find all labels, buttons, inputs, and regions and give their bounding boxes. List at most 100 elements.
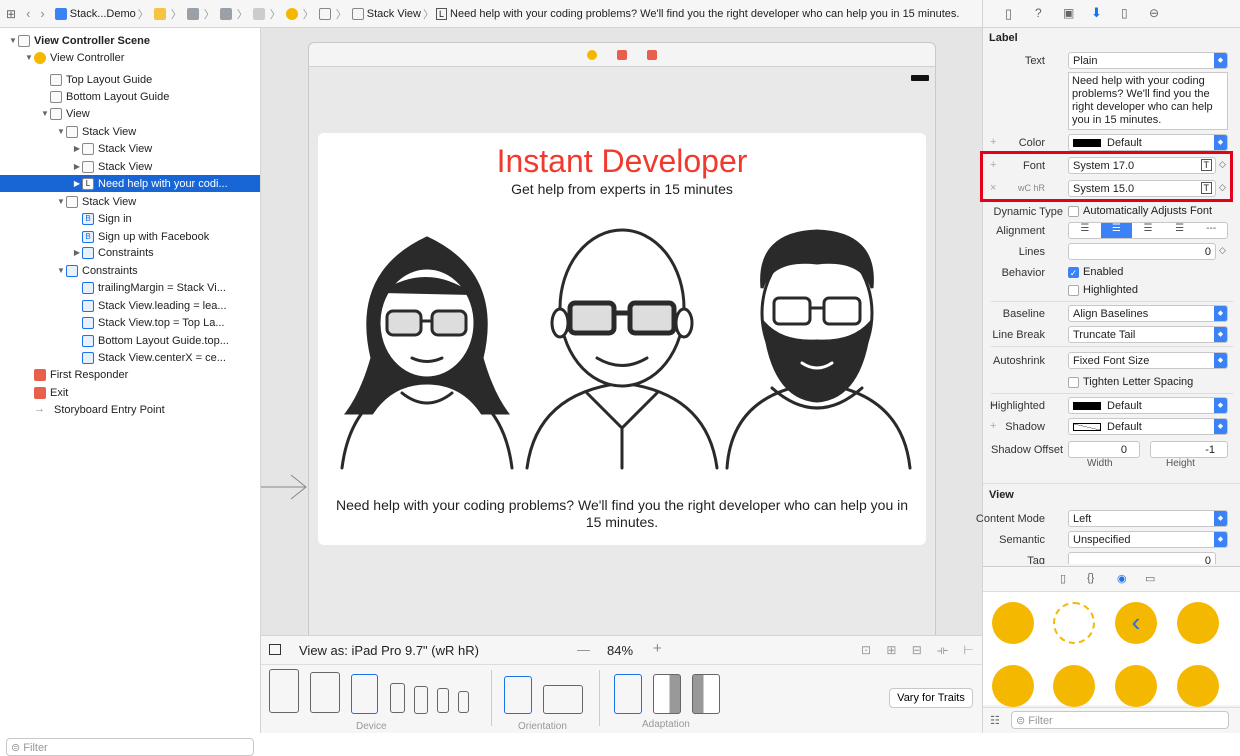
stepper-icon[interactable]: ◇ <box>1219 159 1226 170</box>
storyboard-reference-icon[interactable] <box>1053 602 1095 644</box>
outline-row[interactable]: ▶ Constraints <box>0 244 260 261</box>
device-ipad[interactable] <box>310 672 340 713</box>
outline-row[interactable]: Exit <box>0 384 260 401</box>
storyboard-icon[interactable] <box>186 7 199 20</box>
split-view-controller-icon[interactable] <box>1115 665 1157 707</box>
disclosure-collapsed-icon[interactable]: ▶ <box>72 248 82 257</box>
outline-row[interactable]: Stack View.top = Top La... <box>0 314 260 331</box>
baseline-popup[interactable]: Align Baselines ◆ <box>1068 305 1228 322</box>
align-right-icon[interactable]: ☰ <box>1132 223 1164 238</box>
view-controller-icon[interactable] <box>587 50 597 60</box>
file-template-icon[interactable]: ▯ <box>1060 572 1066 585</box>
page-view-controller-icon[interactable] <box>1177 665 1219 707</box>
label-icon[interactable]: L <box>436 7 448 20</box>
outline-row[interactable]: Bottom Layout Guide <box>0 88 260 105</box>
forward-arrow-icon[interactable]: › <box>40 6 44 21</box>
font-field[interactable]: System 17.0 T <box>1068 157 1216 174</box>
vary-for-traits-button[interactable]: Vary for Traits <box>889 688 973 708</box>
align-center-icon[interactable]: ☰ <box>1100 223 1133 238</box>
lines-field[interactable]: 0 <box>1068 243 1216 260</box>
device-iphone-4[interactable] <box>458 691 469 713</box>
device-iphone-plus[interactable] <box>390 683 405 713</box>
grid-view-icon[interactable]: ☷ <box>990 714 1000 727</box>
outline-row[interactable]: Stack View.leading = lea... <box>0 297 260 314</box>
grid-icon[interactable]: ⊞ <box>6 7 16 21</box>
outline-row[interactable]: Bottom Layout Guide.top... <box>0 332 260 349</box>
connections-inspector-icon[interactable]: ⊖ <box>1149 6 1159 20</box>
hide-outline-icon[interactable] <box>269 644 281 655</box>
back-arrow-icon[interactable]: ‹ <box>26 6 30 21</box>
color-popup[interactable]: Default ◆ <box>1068 134 1228 151</box>
identity-inspector-icon[interactable]: ▣ <box>1063 6 1074 20</box>
font-variation-field[interactable]: System 15.0 T <box>1068 180 1216 197</box>
adaptation-full[interactable] <box>614 674 642 714</box>
outline-filter-field[interactable]: ⊜ Filter <box>6 738 254 756</box>
library-filter-field[interactable]: ⊜ Filter <box>1011 711 1229 729</box>
orientation-portrait[interactable] <box>504 676 532 714</box>
disclosure-expanded-icon[interactable]: ▼ <box>24 53 34 62</box>
shadow-color-popup[interactable]: Default ◆ <box>1068 418 1228 435</box>
breadcrumb-project[interactable]: Stack...Demo <box>70 8 136 20</box>
outline-row[interactable]: ▼ Stack View <box>0 123 260 140</box>
device-ipad-large[interactable] <box>269 669 299 713</box>
enabled-checkbox[interactable]: ✓ <box>1068 266 1079 278</box>
attributes-inspector-icon[interactable]: ⬇ <box>1091 5 1102 21</box>
outline-row[interactable]: trailingMargin = Stack Vi... <box>0 279 260 296</box>
shadow-height-field[interactable]: -1 <box>1150 441 1228 458</box>
outline-row[interactable]: ▶ L Need help with your codi... <box>0 175 260 192</box>
highlighted-checkbox[interactable] <box>1068 284 1079 296</box>
disclosure-expanded-icon[interactable]: ▼ <box>56 266 66 275</box>
disclosure-collapsed-icon[interactable]: ▶ <box>72 179 82 188</box>
folder-icon[interactable] <box>153 7 166 20</box>
object-library-icon[interactable]: ◉ <box>1117 572 1127 585</box>
storyboard-canvas[interactable]: Instant Developer Get help from experts … <box>261 28 982 637</box>
outline-row[interactable]: ▼ Constraints <box>0 262 260 279</box>
code-snippet-icon[interactable]: {} <box>1087 572 1094 584</box>
outline-row[interactable]: ▶ Stack View <box>0 140 260 157</box>
device-ipad-selected[interactable] <box>351 674 378 714</box>
tab-bar-controller-icon[interactable] <box>1053 665 1095 707</box>
media-library-icon[interactable]: ▭ <box>1145 572 1155 585</box>
disclosure-collapsed-icon[interactable]: ▶ <box>72 144 82 153</box>
view-controller-icon[interactable] <box>285 7 298 20</box>
align-natural-icon[interactable]: --- <box>1195 223 1227 238</box>
orientation-landscape[interactable] <box>543 685 583 714</box>
outline-row[interactable]: ▼ Stack View <box>0 193 260 210</box>
outline-row[interactable]: First Responder <box>0 366 260 383</box>
zoom-in-button[interactable]: + <box>653 640 662 657</box>
font-picker-icon[interactable]: T <box>1200 182 1212 194</box>
semantic-popup[interactable]: Unspecified ◆ <box>1068 531 1228 548</box>
device-iphone-se[interactable] <box>437 688 449 713</box>
adaptation-two-thirds[interactable] <box>653 674 681 714</box>
view-controller-object-icon[interactable] <box>992 602 1034 644</box>
scene-icon[interactable] <box>252 7 265 20</box>
outline-row[interactable]: B Sign up with Facebook <box>0 228 260 245</box>
view-controller-scene[interactable]: Instant Developer Get help from experts … <box>308 42 936 637</box>
device-iphone[interactable] <box>414 686 428 714</box>
stepper-icon[interactable]: ◇ <box>1219 182 1226 193</box>
plus-icon[interactable]: + <box>990 420 996 432</box>
stepper-icon[interactable]: ◇ <box>1219 245 1226 256</box>
disclosure-expanded-icon[interactable]: ▼ <box>40 109 50 118</box>
adaptation-half[interactable] <box>692 674 720 714</box>
zoom-out-button[interactable]: — <box>577 642 590 657</box>
breadcrumb-stack-view[interactable]: Stack View <box>367 8 421 20</box>
stack-view-icon[interactable] <box>351 7 364 20</box>
storyboard-icon[interactable] <box>219 7 232 20</box>
view-icon[interactable] <box>318 7 331 20</box>
outline-row[interactable]: ▼ View Controller Scene <box>0 32 260 49</box>
align-left-icon[interactable]: ☰ <box>1069 223 1101 238</box>
file-inspector-icon[interactable]: ▯ <box>1005 6 1012 22</box>
outline-row[interactable]: ▼ View Controller <box>0 49 260 66</box>
outline-row[interactable]: Stack View.centerX = ce... <box>0 349 260 366</box>
main-stack-view[interactable]: Instant Developer Get help from experts … <box>318 133 926 545</box>
app-subtitle[interactable]: Get help from experts in 15 minutes <box>318 181 926 197</box>
autoshrink-popup[interactable]: Fixed Font Size ◆ <box>1068 352 1228 369</box>
outline-row[interactable]: ▼ View <box>0 105 260 122</box>
disclosure-expanded-icon[interactable]: ▼ <box>8 36 18 45</box>
alignment-segmented[interactable]: ☰ ☰ ☰ ☰ --- <box>1068 222 1228 239</box>
line-break-popup[interactable]: Truncate Tail ◆ <box>1068 326 1228 343</box>
breadcrumb-label[interactable]: Need help with your coding problems? We'… <box>450 8 959 20</box>
first-responder-icon[interactable] <box>617 50 627 60</box>
app-title[interactable]: Instant Developer <box>318 143 926 180</box>
